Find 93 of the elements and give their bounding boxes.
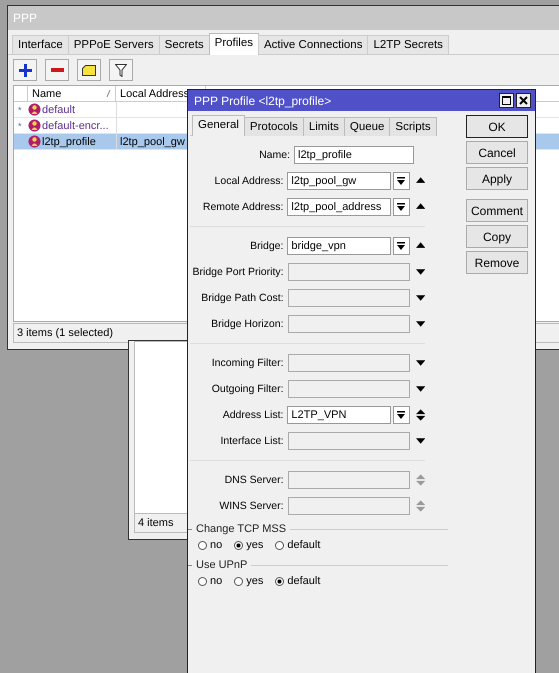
group-title: Use UPnP [196, 559, 248, 571]
radio-label: no [210, 575, 222, 587]
up-down-arrow-icon[interactable] [416, 409, 426, 421]
profile-icon [28, 119, 41, 132]
input-field[interactable] [288, 315, 410, 333]
sort-icon [106, 90, 111, 97]
note-icon [82, 64, 96, 76]
status-text: 4 items [138, 517, 174, 529]
row-marker: * [18, 104, 22, 114]
dialog-button[interactable]: OK [466, 115, 528, 138]
radio-button[interactable] [234, 576, 244, 586]
radio-label: default [287, 539, 320, 551]
minus-icon [50, 68, 64, 72]
radio-button[interactable] [198, 540, 207, 550]
profile-name[interactable]: default-encr... [42, 120, 109, 132]
plus-icon [18, 64, 32, 76]
maximize-icon [502, 96, 511, 105]
field-label: Bridge Path Cost: [200, 292, 285, 304]
field-label: Local Address: [214, 175, 284, 187]
input-field[interactable] [288, 354, 410, 372]
tab[interactable]: Profiles [208, 33, 260, 55]
input-field[interactable]: L2TP_VPN [287, 406, 391, 424]
dropdown-icon [397, 242, 406, 250]
field-label: Bridge Horizon: [210, 318, 285, 330]
group-title: Change TCP MSS [196, 523, 286, 535]
comment-button[interactable] [77, 59, 101, 81]
tab[interactable]: Active Connections [258, 35, 368, 54]
tab[interactable]: Interface [12, 35, 69, 54]
dropdown-icon [397, 203, 406, 211]
profile-name[interactable]: default [42, 104, 76, 116]
dialog-button[interactable]: Remove [466, 251, 528, 274]
radio-label: yes [246, 539, 264, 551]
column-header[interactable]: Local Address [120, 88, 190, 100]
dialog-button[interactable]: Apply [466, 167, 528, 190]
input-field[interactable] [288, 263, 410, 281]
tab[interactable]: Protocols [244, 117, 304, 136]
field-label: Incoming Filter: [210, 357, 285, 369]
input-field[interactable] [288, 380, 410, 398]
close-icon [519, 96, 528, 105]
radio-button[interactable] [234, 540, 244, 550]
input-field[interactable]: l2tp_pool_gw [287, 172, 391, 190]
field-label: Outgoing Filter: [210, 383, 285, 395]
input-field[interactable]: bridge_vpn [287, 237, 391, 255]
input-field[interactable]: l2tp_profile [294, 146, 414, 164]
close-button[interactable] [516, 93, 531, 108]
input-field[interactable]: l2tp_pool_address [287, 198, 391, 216]
input-field[interactable] [288, 497, 410, 515]
dropdown-icon [397, 411, 406, 419]
tab[interactable]: Limits [302, 117, 345, 136]
tab[interactable]: Queue [344, 117, 390, 136]
dialog-button[interactable]: Comment [466, 199, 528, 222]
tab[interactable]: Secrets [158, 35, 210, 54]
dialog-button[interactable]: Cancel [466, 141, 528, 164]
profile-icon [28, 103, 41, 116]
column-header[interactable]: Name [32, 88, 62, 100]
radio-button[interactable] [275, 540, 284, 550]
radio-button[interactable] [275, 576, 284, 586]
row-marker: * [18, 120, 22, 130]
input-field[interactable] [288, 471, 410, 489]
field-label: WINS Server: [218, 500, 285, 512]
tab[interactable]: General [192, 115, 245, 136]
profile-name[interactable]: l2tp_profile [42, 136, 96, 148]
radio-label: no [210, 539, 222, 551]
dropdown-button[interactable] [392, 237, 410, 255]
radio-button[interactable] [198, 576, 207, 586]
input-field[interactable] [288, 289, 410, 307]
input-field[interactable] [288, 432, 410, 450]
field-label: Bridge Port Priority: [192, 266, 285, 278]
dialog-title: PPP Profile <l2tp_profile> [194, 94, 332, 108]
filter-icon [115, 64, 127, 76]
field-label: Address List: [222, 409, 284, 421]
maximize-button[interactable] [499, 93, 514, 108]
table-cell: l2tp_pool_gw [120, 136, 185, 148]
dropdown-button[interactable] [392, 406, 410, 424]
status-text: 3 items (1 selected) [17, 327, 113, 339]
filter-button[interactable] [109, 59, 133, 81]
field-label: Name: [258, 149, 291, 161]
tab[interactable]: PPPoE Servers [68, 35, 160, 54]
field-label: Interface List: [220, 435, 285, 447]
field-label: DNS Server: [224, 474, 285, 486]
tab[interactable]: Scripts [389, 117, 437, 136]
dialog-button[interactable]: Copy [466, 225, 528, 248]
field-label: Remote Address: [202, 201, 284, 213]
tab[interactable]: L2TP Secrets [367, 35, 449, 54]
radio-label: default [287, 575, 320, 587]
profile-icon [28, 135, 41, 148]
radio-label: yes [246, 575, 264, 587]
dropdown-button[interactable] [392, 172, 410, 190]
add-button[interactable] [13, 59, 37, 81]
dropdown-button[interactable] [392, 198, 410, 216]
field-label: Bridge: [249, 240, 284, 252]
dropdown-icon [397, 177, 406, 185]
remove-button[interactable] [45, 59, 69, 81]
